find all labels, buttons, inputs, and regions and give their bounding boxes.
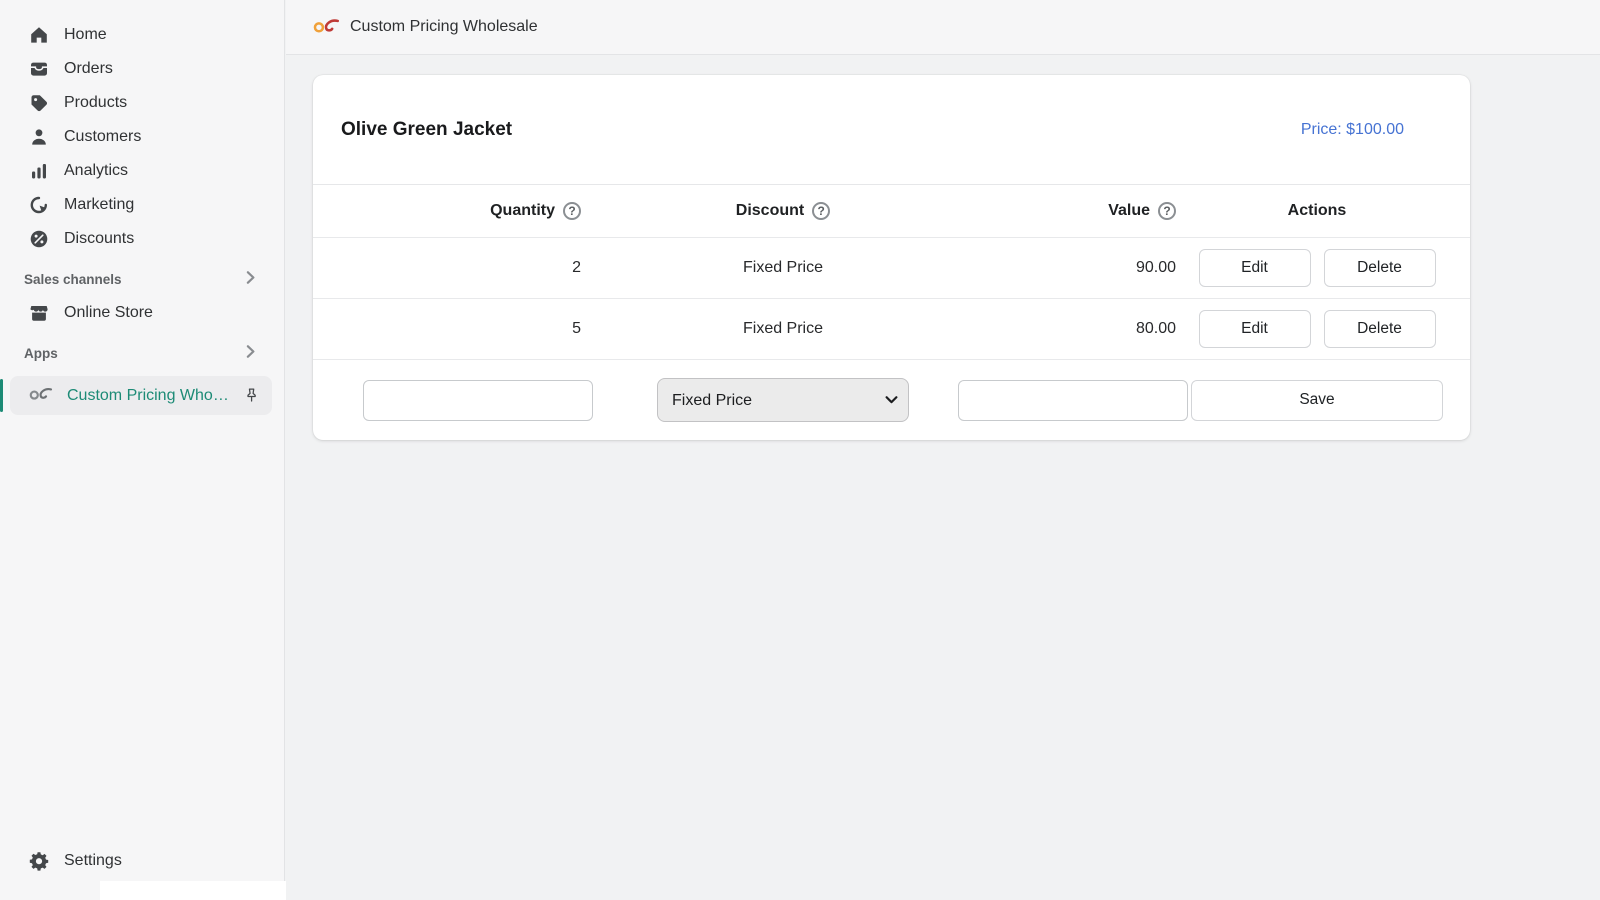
discount-cell: Fixed Price: [743, 259, 823, 277]
sidebar-item-analytics[interactable]: Analytics: [0, 154, 284, 188]
sales-channels-header[interactable]: Sales channels: [0, 256, 284, 296]
sidebar-item-label: Home: [64, 26, 107, 44]
table-header-row: Quantity ? Discount ? Value ? Actions: [313, 185, 1470, 237]
sidebar: Home Orders Products Customers Analytics: [0, 0, 285, 900]
sidebar-item-marketing[interactable]: Marketing: [0, 188, 284, 222]
product-pricing-card: Olive Green Jacket Price: $100.00 Quanti…: [313, 75, 1470, 440]
save-button[interactable]: Save: [1191, 380, 1443, 421]
sidebar-item-discounts[interactable]: Discounts: [0, 222, 284, 256]
value-input[interactable]: [958, 380, 1188, 421]
delete-button[interactable]: Delete: [1324, 310, 1436, 348]
main-content: Custom Pricing Wholesale Olive Green Jac…: [286, 0, 1600, 900]
delete-button[interactable]: Delete: [1324, 249, 1436, 287]
quantity-cell: 2: [572, 259, 593, 277]
row-actions: Edit Delete: [1199, 249, 1436, 287]
product-price: Price: $100.00: [1301, 121, 1404, 139]
product-title: Olive Green Jacket: [341, 119, 512, 141]
help-icon[interactable]: ?: [812, 202, 830, 220]
sidebar-item-label: Online Store: [64, 304, 153, 322]
marketing-icon: [29, 195, 49, 215]
sidebar-item-settings[interactable]: Settings: [0, 844, 284, 878]
sidebar-item-label: Orders: [64, 60, 113, 78]
row-actions: Edit Delete: [1199, 310, 1436, 348]
sidebar-nav: Home Orders Products Customers Analytics: [0, 0, 284, 415]
sidebar-item-products[interactable]: Products: [0, 86, 284, 120]
sales-channels-label: Sales channels: [24, 272, 122, 287]
custom-pricing-app-icon: [29, 385, 53, 406]
column-header-value: Value ?: [1108, 202, 1188, 220]
new-rule-form-row: Fixed Price Save: [313, 359, 1470, 440]
gear-icon: [29, 851, 49, 871]
pin-icon[interactable]: [243, 387, 260, 404]
app-header: Custom Pricing Wholesale: [286, 0, 1600, 55]
discount-type-select[interactable]: Fixed Price: [657, 378, 909, 422]
table-row: 2 Fixed Price 90.00 Edit Delete: [313, 237, 1470, 298]
sidebar-item-label: Analytics: [64, 162, 128, 180]
apps-label: Apps: [24, 346, 58, 361]
sidebar-item-orders[interactable]: Orders: [0, 52, 284, 86]
value-cell: 80.00: [1136, 320, 1188, 338]
sidebar-item-label: Custom Pricing Whol...: [67, 387, 229, 405]
sidebar-item-custom-pricing-wholesale[interactable]: Custom Pricing Whol...: [10, 376, 272, 415]
sidebar-item-label: Settings: [64, 852, 122, 870]
sidebar-item-label: Discounts: [64, 230, 134, 248]
sidebar-item-home[interactable]: Home: [0, 18, 284, 52]
help-icon[interactable]: ?: [1158, 202, 1176, 220]
apps-header[interactable]: Apps: [0, 330, 284, 370]
customers-icon: [29, 127, 49, 147]
edit-button[interactable]: Edit: [1199, 310, 1311, 348]
discount-type-select-wrap: Fixed Price: [657, 378, 909, 422]
products-icon: [29, 93, 49, 113]
analytics-icon: [29, 161, 49, 181]
table-row: 5 Fixed Price 80.00 Edit Delete: [313, 298, 1470, 359]
link-preview-bar: [100, 881, 286, 900]
quantity-cell: 5: [572, 320, 593, 338]
column-header-quantity: Quantity ?: [490, 202, 593, 220]
sidebar-item-online-store[interactable]: Online Store: [0, 296, 284, 330]
chevron-right-icon: [244, 271, 257, 287]
chevron-right-icon: [244, 345, 257, 361]
sidebar-item-label: Products: [64, 94, 127, 112]
help-icon[interactable]: ?: [563, 202, 581, 220]
edit-button[interactable]: Edit: [1199, 249, 1311, 287]
custom-pricing-app-icon: [313, 16, 340, 39]
sidebar-item-label: Customers: [64, 128, 141, 146]
store-icon: [29, 303, 49, 323]
sidebar-item-customers[interactable]: Customers: [0, 120, 284, 154]
column-header-discount: Discount ?: [736, 202, 830, 220]
discount-cell: Fixed Price: [743, 320, 823, 338]
active-indicator-bar: [0, 379, 3, 412]
column-header-actions: Actions: [1288, 202, 1347, 220]
value-cell: 90.00: [1136, 259, 1188, 277]
discounts-icon: [29, 229, 49, 249]
sidebar-item-label: Marketing: [64, 196, 134, 214]
app-title: Custom Pricing Wholesale: [350, 18, 538, 36]
quantity-input[interactable]: [363, 380, 593, 421]
orders-icon: [29, 59, 49, 79]
card-header: Olive Green Jacket Price: $100.00: [313, 75, 1470, 185]
home-icon: [29, 25, 49, 45]
